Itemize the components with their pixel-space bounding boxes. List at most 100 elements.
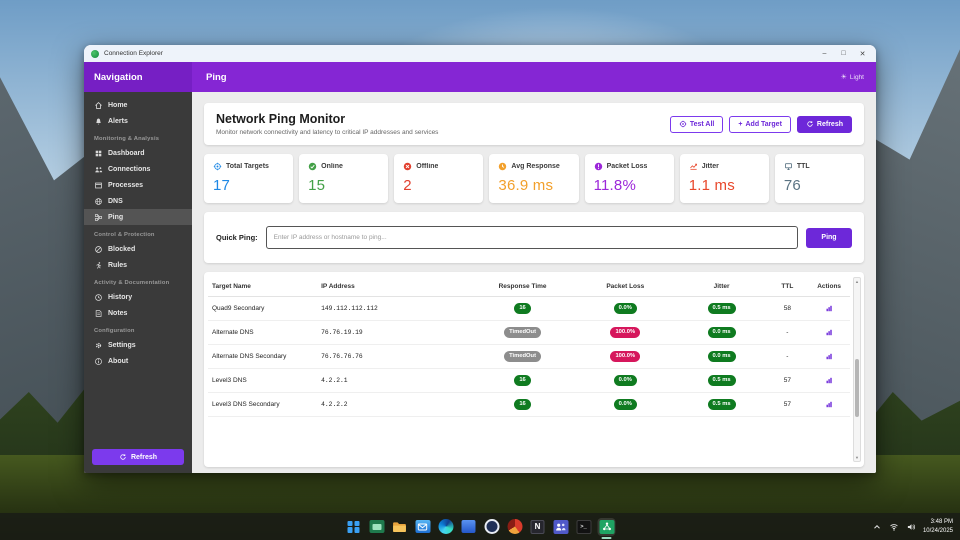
- col-actions[interactable]: Actions: [808, 276, 850, 297]
- cell-target-name: Level3 DNS: [208, 368, 318, 393]
- table-row[interactable]: Alternate DNS Secondary 76.76.76.76 Time…: [208, 344, 850, 369]
- taskbar-app-blue-box[interactable]: [460, 518, 478, 536]
- quick-ping-input[interactable]: [265, 226, 798, 249]
- nav-title: Navigation: [94, 71, 143, 83]
- table-scrollbar[interactable]: ▲ ▼: [853, 277, 861, 462]
- sidebar-item-blocked[interactable]: Blocked: [84, 241, 192, 257]
- cell-target-name: Alternate DNS: [208, 320, 318, 345]
- table-row[interactable]: Alternate DNS 76.76.19.19 TimedOut 100.0…: [208, 320, 850, 345]
- start-button[interactable]: [345, 518, 363, 536]
- col-ttl[interactable]: TTL: [766, 276, 809, 297]
- sidebar-section-activity: Activity & Documentation: [94, 280, 170, 286]
- sidebar-item-history[interactable]: History: [84, 289, 192, 305]
- sidebar-item-label: About: [108, 357, 129, 365]
- pie-chart-icon: [507, 519, 522, 534]
- sidebar-item-label: Home: [108, 101, 128, 109]
- ping-button[interactable]: Ping: [806, 227, 852, 248]
- taskbar-app-pie[interactable]: [506, 518, 524, 536]
- jitter-badge: 0.5 ms: [707, 375, 736, 386]
- sidebar-item-dns[interactable]: DNS: [84, 193, 192, 209]
- sidebar-item-label: Blocked: [108, 245, 136, 253]
- table-row[interactable]: Quad9 Secondary 149.112.112.112 16 0.0% …: [208, 296, 850, 321]
- sidebar-refresh-button[interactable]: Refresh: [92, 449, 184, 465]
- taskbar-app-notes[interactable]: N: [529, 518, 547, 536]
- sidebar: Home Alerts Monitoring & Analysis Dashbo…: [84, 92, 192, 473]
- table-row[interactable]: Level3 DNS Secondary 4.2.2.2 16 0.0% 0.5…: [208, 392, 850, 417]
- taskbar-app-terminal[interactable]: >_: [575, 518, 593, 536]
- taskbar-clock[interactable]: 3:48 PM 10/24/2025: [923, 518, 953, 535]
- test-all-button[interactable]: Test All: [669, 115, 724, 133]
- connection-explorer-window: Connection Explorer – □ ✕ Navigation Pin…: [84, 45, 876, 473]
- taskbar-app-mail[interactable]: [414, 518, 432, 536]
- connection-explorer-icon: [599, 519, 614, 534]
- window-titlebar[interactable]: Connection Explorer – □ ✕: [84, 45, 876, 62]
- sidebar-item-alerts[interactable]: Alerts: [84, 113, 192, 129]
- sidebar-item-about[interactable]: About: [84, 353, 192, 369]
- sidebar-item-label: Connections: [108, 165, 151, 173]
- page-header-subtitle: Monitor network connectivity and latency…: [216, 129, 439, 136]
- taskbar-app-edge[interactable]: [437, 518, 455, 536]
- col-packet-loss[interactable]: Packet Loss: [573, 276, 677, 297]
- sidebar-item-notes[interactable]: Notes: [84, 305, 192, 321]
- sidebar-item-label: Ping: [108, 213, 124, 221]
- refresh-button[interactable]: Refresh: [796, 115, 852, 133]
- terminal-icon: >_: [576, 519, 591, 534]
- col-ip-address[interactable]: IP Address: [317, 276, 472, 297]
- sidebar-item-processes[interactable]: Processes: [84, 177, 192, 193]
- loss-badge: 0.0%: [613, 399, 637, 410]
- sidebar-item-connections[interactable]: Connections: [84, 161, 192, 177]
- notes-icon: [94, 309, 103, 318]
- tray-date: 10/24/2025: [922, 527, 953, 534]
- page-title: Ping: [206, 71, 227, 83]
- row-stats-button[interactable]: [823, 347, 835, 366]
- sidebar-item-settings[interactable]: Settings: [84, 337, 192, 353]
- row-stats-button[interactable]: [823, 371, 835, 390]
- stat-value: 1.1 ms: [688, 177, 735, 194]
- col-jitter[interactable]: Jitter: [676, 276, 767, 297]
- jitter-badge: 0.0 ms: [707, 351, 736, 362]
- cell-ip: 4.2.2.1: [317, 368, 472, 393]
- taskbar-app-teams[interactable]: [552, 518, 570, 536]
- col-target-name[interactable]: Target Name: [208, 276, 318, 297]
- loss-badge: 0.0%: [613, 375, 637, 386]
- taskbar-app-ring-badge[interactable]: [483, 518, 501, 536]
- volume-icon[interactable]: [906, 522, 916, 532]
- add-target-button[interactable]: + Add Target: [729, 115, 791, 133]
- loss-badge: 0.0%: [613, 303, 637, 314]
- scrollbar-thumb[interactable]: [855, 358, 859, 418]
- sidebar-item-ping[interactable]: Ping: [84, 209, 192, 225]
- col-response-time[interactable]: Response Time: [471, 276, 574, 297]
- hidden-icons-chevron[interactable]: [872, 522, 882, 532]
- table-row[interactable]: Level3 DNS 4.2.2.1 16 0.0% 0.5 ms 57: [208, 368, 850, 393]
- about-icon: [94, 357, 103, 366]
- row-stats-button[interactable]: [823, 395, 835, 414]
- sidebar-item-label: Settings: [108, 341, 136, 349]
- maximize-button[interactable]: □: [834, 46, 853, 61]
- stat-value: 17: [213, 177, 231, 194]
- sidebar-item-home[interactable]: Home: [84, 97, 192, 113]
- row-stats-button[interactable]: [823, 323, 835, 342]
- minimize-button[interactable]: –: [815, 46, 834, 61]
- cell-ip: 4.2.2.2: [317, 392, 472, 417]
- quick-ping-card: Quick Ping: Ping: [204, 212, 864, 263]
- cell-ttl: 57: [766, 392, 809, 417]
- scroll-down-arrow[interactable]: ▼: [854, 454, 860, 461]
- cell-target-name: Alternate DNS Secondary: [208, 344, 318, 369]
- network-icon[interactable]: [889, 522, 899, 532]
- cell-ip: 149.112.112.112: [317, 296, 472, 321]
- close-button[interactable]: ✕: [853, 46, 872, 61]
- theme-toggle[interactable]: ☀ Light: [840, 73, 864, 82]
- sidebar-item-dashboard[interactable]: Dashboard: [84, 145, 192, 161]
- taskbar-app-screen[interactable]: [368, 518, 386, 536]
- stats-row: Total Targets 17 Online 15 Offline 2 Avg…: [204, 154, 864, 203]
- row-stats-button[interactable]: [823, 299, 835, 318]
- mail-icon: [415, 520, 430, 533]
- scroll-up-arrow[interactable]: ▲: [854, 278, 860, 285]
- taskbar-app-file-explorer[interactable]: [391, 518, 409, 536]
- monitor-icon: [784, 162, 793, 171]
- sun-icon: ☀: [840, 74, 847, 81]
- jitter-badge: 0.0 ms: [707, 327, 736, 338]
- taskbar-app-connection-explorer[interactable]: [597, 517, 616, 539]
- sidebar-item-rules[interactable]: Rules: [84, 257, 192, 273]
- refresh-icon: [806, 120, 814, 128]
